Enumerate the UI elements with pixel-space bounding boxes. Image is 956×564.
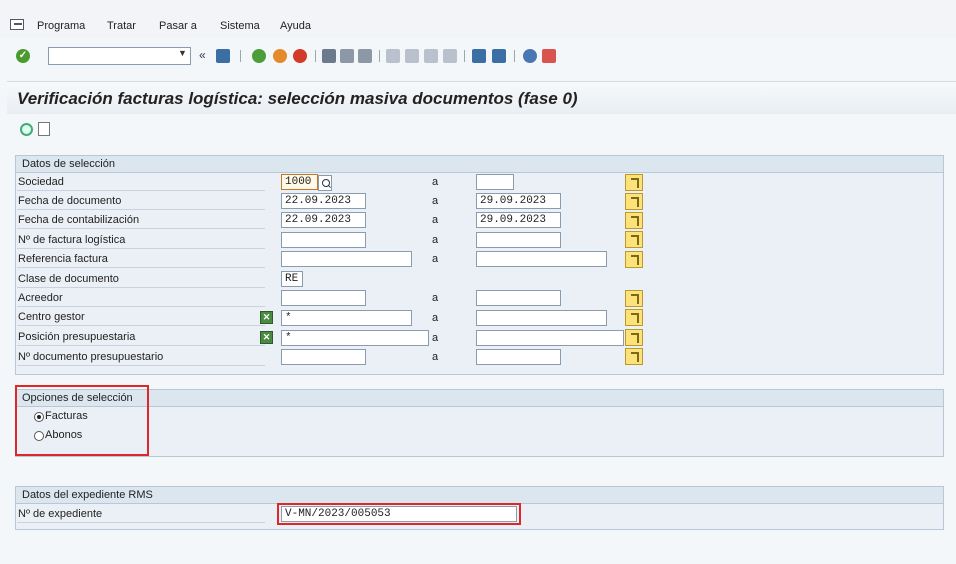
menu-programa[interactable]: Programa xyxy=(37,20,85,32)
back-icon[interactable] xyxy=(252,49,266,63)
help-icon[interactable] xyxy=(523,49,537,63)
label-referencia-factura: Referencia factura xyxy=(17,251,265,268)
posicion-presupuestaria-from-input[interactable]: * xyxy=(281,330,429,346)
multiple-selection-button[interactable] xyxy=(625,212,643,229)
group-header: Datos de selección xyxy=(16,156,943,173)
multiple-choice-icon[interactable]: ✕ xyxy=(260,331,273,344)
fecha-documento-to-input[interactable]: 29.09.2023 xyxy=(476,193,561,209)
factura-logistica-from-input[interactable] xyxy=(281,232,366,248)
previous-page-icon[interactable] xyxy=(405,49,419,63)
label-centro-gestor: Centro gestor xyxy=(17,309,265,326)
to-label: a xyxy=(432,332,439,344)
group-header: Opciones de selección xyxy=(16,390,943,407)
fecha-contabilizacion-to-input[interactable]: 29.09.2023 xyxy=(476,212,561,228)
menu-pasar-a[interactable]: Pasar a xyxy=(159,20,197,32)
to-label: a xyxy=(432,176,439,188)
documento-presupuestario-to-input[interactable] xyxy=(476,349,561,365)
multiple-selection-button[interactable] xyxy=(625,193,643,210)
label-fecha-documento: Fecha de documento xyxy=(17,193,265,210)
acreedor-from-input[interactable] xyxy=(281,290,366,306)
to-label: a xyxy=(432,234,439,246)
command-field[interactable] xyxy=(48,47,191,65)
fecha-documento-from-input[interactable]: 22.09.2023 xyxy=(281,193,366,209)
multiple-selection-button[interactable] xyxy=(625,329,643,346)
centro-gestor-from-input[interactable]: * xyxy=(281,310,412,326)
command-dropdown-icon[interactable]: ▼ xyxy=(178,48,187,58)
enter-check-icon[interactable]: ✓ xyxy=(16,49,30,63)
menu-system-icon[interactable] xyxy=(10,19,24,30)
menu-sistema[interactable]: Sistema xyxy=(220,20,260,32)
to-label: a xyxy=(432,292,439,304)
find-next-icon[interactable] xyxy=(358,49,372,63)
selection-options-group: Opciones de selección xyxy=(15,389,944,457)
page-title: Verificación facturas logística: selecci… xyxy=(17,89,578,108)
multiple-choice-icon[interactable]: ✕ xyxy=(260,311,273,324)
menu-tratar[interactable]: Tratar xyxy=(107,20,136,32)
multiple-selection-button[interactable] xyxy=(625,174,643,191)
label-acreedor: Acreedor xyxy=(17,290,265,307)
posicion-presupuestaria-to-input[interactable] xyxy=(476,330,624,346)
to-label: a xyxy=(432,253,439,265)
group-header: Datos del expediente RMS xyxy=(16,487,943,504)
menu-bar: Programa Tratar Pasar a Sistema Ayuda xyxy=(0,0,956,38)
collapse-command-icon[interactable]: « xyxy=(199,48,206,62)
to-label: a xyxy=(432,312,439,324)
label-clase-documento: Clase de documento xyxy=(17,271,265,288)
referencia-factura-to-input[interactable] xyxy=(476,251,607,267)
label-expediente: Nº de expediente xyxy=(17,506,265,523)
new-session-icon[interactable] xyxy=(472,49,486,63)
sociedad-to-input[interactable] xyxy=(476,174,514,190)
shortcut-icon[interactable] xyxy=(492,49,506,63)
cancel-icon[interactable] xyxy=(293,49,307,63)
to-label: a xyxy=(432,351,439,363)
multiple-selection-button[interactable] xyxy=(625,309,643,326)
exit-icon[interactable] xyxy=(273,49,287,63)
standard-toolbar: ✓ ▼ « xyxy=(0,44,956,70)
layout-menu-icon[interactable] xyxy=(542,49,556,63)
sociedad-from-input[interactable]: 1000 xyxy=(281,174,318,190)
highlight-box-expediente xyxy=(277,503,521,525)
multiple-selection-button[interactable] xyxy=(625,348,643,365)
last-page-icon[interactable] xyxy=(443,49,457,63)
label-factura-logistica: Nº de factura logística xyxy=(17,232,265,249)
acreedor-to-input[interactable] xyxy=(476,290,561,306)
factura-logistica-to-input[interactable] xyxy=(476,232,561,248)
menu-ayuda[interactable]: Ayuda xyxy=(280,20,311,32)
multiple-selection-button[interactable] xyxy=(625,290,643,307)
get-variant-icon[interactable] xyxy=(38,122,50,136)
to-label: a xyxy=(432,195,439,207)
to-label: a xyxy=(432,214,439,226)
execute-icon[interactable] xyxy=(20,123,33,136)
documento-presupuestario-from-input[interactable] xyxy=(281,349,366,365)
multiple-selection-button[interactable] xyxy=(625,251,643,268)
save-icon[interactable] xyxy=(216,49,230,63)
label-posicion-presupuestaria: Posición presupuestaria xyxy=(17,329,265,346)
centro-gestor-to-input[interactable] xyxy=(476,310,607,326)
fecha-contabilizacion-from-input[interactable]: 22.09.2023 xyxy=(281,212,366,228)
first-page-icon[interactable] xyxy=(386,49,400,63)
label-sociedad: Sociedad xyxy=(17,174,265,191)
label-fecha-contabilizacion: Fecha de contabilización xyxy=(17,212,265,229)
multiple-selection-button[interactable] xyxy=(625,231,643,248)
label-documento-presupuestario: Nº documento presupuestario xyxy=(17,349,265,366)
screen-title-bar: Verificación facturas logística: selecci… xyxy=(7,81,956,114)
referencia-factura-from-input[interactable] xyxy=(281,251,412,267)
search-help-icon[interactable] xyxy=(318,175,332,191)
next-page-icon[interactable] xyxy=(424,49,438,63)
highlight-box-options xyxy=(15,385,149,456)
find-icon[interactable] xyxy=(340,49,354,63)
print-icon[interactable] xyxy=(322,49,336,63)
clase-documento-input[interactable]: RE xyxy=(281,271,303,287)
